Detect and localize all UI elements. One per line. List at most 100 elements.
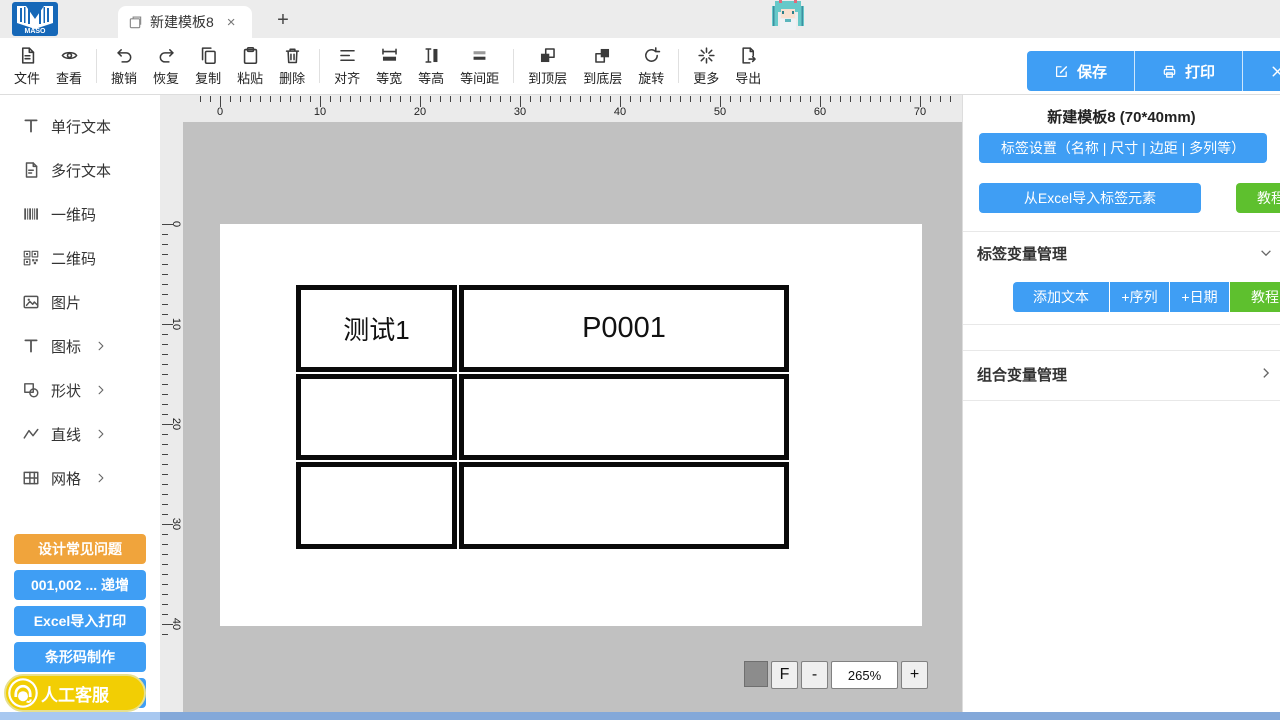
divider (963, 231, 1280, 232)
zoom-out-button[interactable]: - (801, 661, 828, 689)
toolbar-button-equal-height[interactable]: 等高 (410, 41, 452, 91)
sidebar-item-shape[interactable]: 形状 (0, 368, 160, 412)
action-button-group: 保存 打印 返回 (1027, 51, 1280, 91)
sidebar-item-label: 单行文本 (51, 116, 111, 137)
sidebar-item-label: 直线 (51, 424, 81, 445)
action-button-label: 打印 (1185, 61, 1215, 82)
new-tab-button[interactable]: + (270, 7, 296, 33)
toolbar-button-paste[interactable]: 粘贴 (229, 41, 271, 91)
print-icon (1162, 64, 1177, 79)
sidebar-item-image[interactable]: 图片 (0, 280, 160, 324)
mascot-image (770, 0, 806, 30)
equal-width-icon (380, 46, 399, 65)
toolbar-divider (96, 49, 97, 83)
toolbar-button-label: 复制 (195, 68, 221, 87)
quick-button[interactable]: 设计常见问题 (14, 534, 146, 564)
table-cell[interactable] (296, 462, 457, 549)
sidebar-item-grid[interactable]: 网格 (0, 456, 160, 500)
toolbar-button-send-back[interactable]: 到底层 (575, 41, 630, 91)
sidebar-tools: 单行文本多行文本一维码二维码图片图标形状直线网格 (0, 104, 160, 500)
toolbar-button-equal-width[interactable]: 等宽 (368, 41, 410, 91)
sidebar-item-barcode[interactable]: 一维码 (0, 192, 160, 236)
scrollbar-horizontal[interactable] (160, 712, 1280, 720)
sidebar-item-label: 网格 (51, 468, 81, 489)
toolbar-button-rotate[interactable]: 旋转 (630, 41, 672, 91)
toolbar-button-eye[interactable]: 查看 (48, 41, 90, 91)
toolbar-button-label: 恢复 (153, 68, 179, 87)
color-swatch[interactable] (744, 661, 768, 687)
sidebar-item-multiline-text[interactable]: 多行文本 (0, 148, 160, 192)
variable-button[interactable]: +序列 (1110, 282, 1169, 312)
quick-button[interactable]: 条形码制作 (14, 642, 146, 672)
tab-template[interactable]: 新建模板8 × (118, 6, 252, 38)
toolbar-button-export[interactable]: 导出 (727, 41, 769, 91)
toolbar-button-label: 对齐 (334, 68, 360, 87)
variable-button[interactable]: 添加文本 (1013, 282, 1109, 312)
design-canvas[interactable]: 010203040 010203040506070 测试1P0001 F - 2… (160, 95, 962, 713)
save-action-button[interactable]: 保存 (1027, 51, 1134, 91)
fit-button[interactable]: F (771, 661, 798, 689)
sidebar-item-glyph[interactable]: 图标 (0, 324, 160, 368)
table-cell[interactable] (459, 374, 789, 461)
toolbar-button-trash[interactable]: 删除 (271, 41, 313, 91)
sidebar-item-qrcode[interactable]: 二维码 (0, 236, 160, 280)
zoom-level[interactable]: 265% (831, 661, 898, 689)
table-cell[interactable]: 测试1 (296, 285, 457, 372)
chevron-right-icon (95, 384, 107, 396)
toolbar-button-label: 查看 (56, 68, 82, 87)
toolbar-divider (678, 49, 679, 83)
sidebar-item-single-text[interactable]: 单行文本 (0, 104, 160, 148)
toolbar-button-equal-spacing[interactable]: 等间距 (452, 41, 507, 91)
tutorial-button[interactable]: 教程 (1236, 183, 1280, 213)
equal-height-icon (422, 46, 441, 65)
support-button[interactable]: 人工客服 (4, 674, 146, 712)
shape-icon (22, 381, 40, 399)
toolbar-button-label: 等高 (418, 68, 444, 87)
chevron-down-icon[interactable] (1259, 246, 1273, 260)
toolbar-button-file[interactable]: 文件 (6, 41, 48, 91)
copy-icon (199, 46, 218, 65)
toolbar-button-label: 到底层 (583, 68, 622, 87)
sidebar-quick-buttons: 设计常见问题 001,002 ... 递增 Excel导入打印条形码制作 (14, 534, 146, 678)
toolbar-button-undo[interactable]: 撤销 (103, 41, 145, 91)
quick-button[interactable]: Excel导入打印 (14, 606, 146, 636)
toolbar-button-label: 删除 (279, 68, 305, 87)
chevron-right-icon[interactable] (1259, 366, 1273, 380)
toolbar-button-label: 粘贴 (237, 68, 263, 87)
sidebar-item-label: 二维码 (51, 248, 96, 269)
toolbar-button-bring-front[interactable]: 到顶层 (520, 41, 575, 91)
zoom-in-button[interactable]: + (901, 661, 928, 689)
close-action-button[interactable]: 返回 (1242, 51, 1280, 91)
sidebar: 单行文本多行文本一维码二维码图片图标形状直线网格 设计常见问题 001,002 .… (0, 95, 160, 713)
toolbar-button-more[interactable]: 更多 (685, 41, 727, 91)
toolbar-button-label: 文件 (14, 68, 40, 87)
sidebar-item-line[interactable]: 直线 (0, 412, 160, 456)
table-cell[interactable]: P0001 (459, 285, 789, 372)
save-icon (1054, 64, 1069, 79)
label-page[interactable]: 测试1P0001 (220, 224, 922, 626)
tab-close-icon[interactable]: × (227, 15, 236, 30)
scrollbar-left[interactable] (0, 712, 160, 720)
toolbar-button-redo[interactable]: 恢复 (145, 41, 187, 91)
sidebar-item-label: 多行文本 (51, 160, 111, 181)
trash-icon (283, 46, 302, 65)
print-action-button[interactable]: 打印 (1134, 51, 1242, 91)
toolbar-button-copy[interactable]: 复制 (187, 41, 229, 91)
table-cell[interactable] (459, 462, 789, 549)
vertical-ruler: 010203040 (160, 95, 183, 713)
more-icon (697, 46, 716, 65)
tutorial-button[interactable]: 教程 (1230, 282, 1280, 312)
label-settings-button[interactable]: 标签设置（名称 | 尺寸 | 边距 | 多列等） (979, 133, 1267, 163)
toolbar-button-label: 等宽 (376, 68, 402, 87)
variable-button[interactable]: +日期 (1170, 282, 1229, 312)
table-cell[interactable] (296, 374, 457, 461)
toolbar-button-align[interactable]: 对齐 (326, 41, 368, 91)
sidebar-item-label: 图片 (51, 292, 81, 313)
divider (963, 324, 1280, 325)
divider (963, 400, 1280, 401)
excel-import-button[interactable]: 从Excel导入标签元素 (979, 183, 1201, 213)
sidebar-item-label: 形状 (51, 380, 81, 401)
image-icon (22, 293, 40, 311)
quick-button[interactable]: 001,002 ... 递增 (14, 570, 146, 600)
variable-section-title: 标签变量管理 (977, 243, 1067, 264)
